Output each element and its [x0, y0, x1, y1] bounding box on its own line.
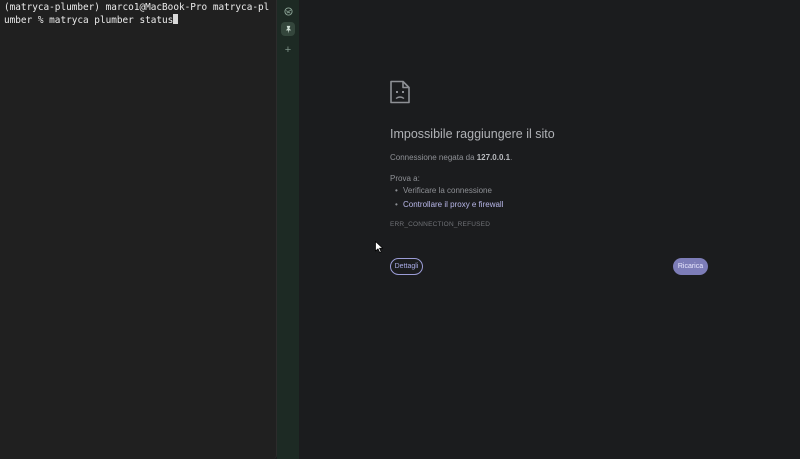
- globe-icon: [283, 6, 293, 16]
- tab-globe[interactable]: [281, 4, 295, 18]
- terminal-cursor: [173, 14, 179, 24]
- sad-document-icon: [390, 80, 410, 104]
- error-description-prefix: Connessione negata da: [390, 153, 477, 162]
- browser-error-page: Impossibile raggiungere il sito Connessi…: [299, 0, 800, 459]
- suggestion-check-connection: Verificare la connessione: [395, 186, 503, 195]
- new-tab-button[interactable]: +: [285, 44, 291, 56]
- mouse-cursor-icon: [375, 241, 384, 253]
- suggestions-list: Verificare la connessione Controllare il…: [395, 186, 504, 214]
- suggestion-check-proxy-link[interactable]: Controllare il proxy e firewall: [395, 200, 504, 209]
- plus-icon: +: [284, 44, 292, 56]
- error-description-suffix: .: [510, 153, 513, 162]
- error-code: ERR_CONNECTION_REFUSED: [390, 221, 491, 228]
- details-button[interactable]: Dettagli: [390, 258, 423, 275]
- vertical-tab-strip: +: [277, 0, 299, 459]
- error-host: 127.0.0.1: [476, 153, 511, 162]
- terminal-pane[interactable]: (matryca-plumber) marco1@MacBook-Pro mat…: [0, 0, 277, 459]
- error-description: Connessione negata da 127.0.0.1.: [390, 153, 512, 162]
- tab-pinned-active[interactable]: [281, 22, 295, 36]
- error-title: Impossibile raggiungere il sito: [390, 127, 555, 141]
- try-label: Prova a:: [390, 174, 420, 183]
- reload-button[interactable]: Ricarica: [673, 258, 708, 275]
- terminal-line: (matryca-plumber) marco1@MacBook-Pro mat…: [4, 2, 270, 26]
- pin-icon: [285, 25, 291, 34]
